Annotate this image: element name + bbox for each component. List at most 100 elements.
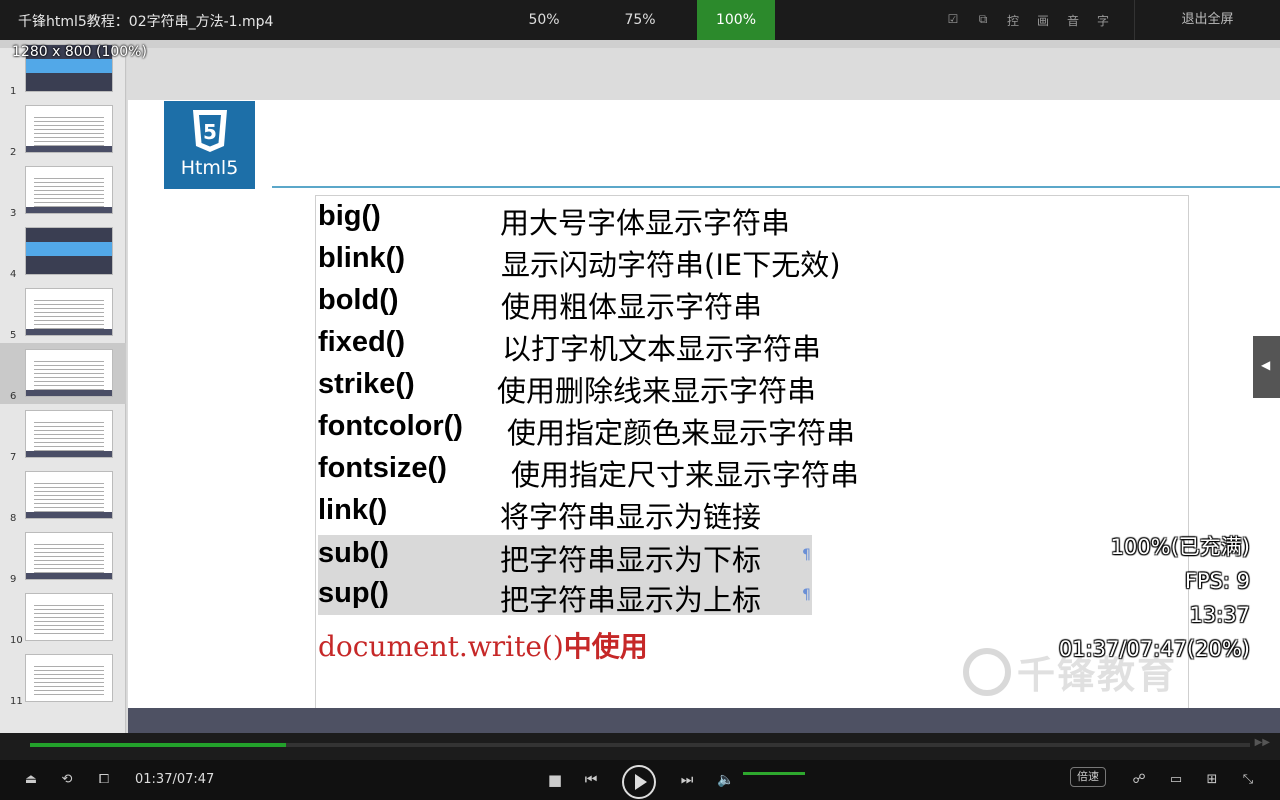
- thumbnail-image: [25, 410, 113, 458]
- thumbnail-image: [25, 227, 113, 275]
- speed-button[interactable]: 倍速: [1070, 767, 1106, 787]
- method-description: 用大号字体显示字符串: [500, 206, 791, 240]
- screen-icon[interactable]: ⧠: [93, 760, 115, 800]
- buffer-status: 100%(已充满): [1110, 535, 1250, 559]
- method-description: 以打字机文本显示字符串: [502, 332, 822, 366]
- next-icon[interactable]: ⏭: [676, 760, 698, 800]
- loop-icon[interactable]: ⟲: [56, 760, 78, 800]
- method-name: blink(): [318, 242, 405, 274]
- method-description: 使用删除线来显示字符串: [497, 374, 817, 408]
- thumbnail-number: 1: [10, 86, 17, 97]
- clock-readout: 13:37: [1189, 603, 1250, 627]
- play-icon: [635, 774, 647, 790]
- slide-thumbnail-panel: 1 2 3 4 5 6 7 8 9 10 11: [0, 44, 126, 733]
- slide-thumbnail[interactable]: 3: [0, 160, 126, 221]
- html5-logo-label: Html5: [180, 157, 239, 179]
- method-name: link(): [318, 494, 388, 526]
- stop-icon[interactable]: ■: [544, 760, 566, 800]
- previous-icon[interactable]: ⏮: [580, 760, 602, 800]
- volume-slider[interactable]: [743, 772, 805, 775]
- method-description: 显示闪动字符串(IE下无效): [501, 248, 841, 282]
- side-panel-toggle[interactable]: ◀: [1253, 336, 1280, 398]
- volume-icon[interactable]: 🔈: [714, 760, 738, 800]
- method-row-highlighted: sub() 把字符串显示为下标 ¶: [318, 535, 812, 577]
- method-name: fontcolor(): [318, 410, 463, 442]
- video-frame: 1280 x 800 (100%) 1 2 3 4 5 6 7 8 9 10 1…: [0, 40, 1280, 733]
- slide-thumbnail[interactable]: 11: [0, 648, 126, 709]
- usage-note: document.write()中使用: [318, 625, 648, 665]
- thumbnail-number: 4: [10, 269, 17, 280]
- play-button[interactable]: [622, 765, 656, 799]
- thumbnail-number: 3: [10, 208, 17, 219]
- shrink-icon[interactable]: ⤡: [1237, 760, 1259, 800]
- slide-thumbnail[interactable]: 8: [0, 465, 126, 526]
- method-description: 把字符串显示为下标: [500, 543, 762, 577]
- method-row: bold() 使用粗体显示字符串: [318, 282, 818, 324]
- method-name: fontsize(): [318, 452, 447, 484]
- thumbnail-image: [25, 532, 113, 580]
- thumbnail-image: [25, 349, 113, 397]
- thumbnail-number: 9: [10, 574, 17, 585]
- zoom-100-button[interactable]: 100%: [697, 0, 775, 40]
- thumbnail-image: [25, 593, 113, 641]
- link-icon[interactable]: ☍: [1128, 760, 1150, 800]
- window-icon[interactable]: ⧉: [975, 12, 991, 29]
- playback-stats: 100%(已充满) FPS: 9 13:37 01:37/07:47(20%): [1059, 530, 1250, 666]
- method-description: 把字符串显示为上标: [500, 583, 762, 617]
- method-description: 使用指定颜色来显示字符串: [507, 416, 856, 450]
- thumbnail-image: [25, 166, 113, 214]
- method-row: big() 用大号字体显示字符串: [318, 198, 818, 240]
- thumbnail-image: [25, 105, 113, 153]
- method-name: sub(): [318, 537, 389, 569]
- toolbar-icons: ☑ ⧉ 控 画 音 字: [945, 12, 1111, 29]
- method-name: big(): [318, 200, 381, 232]
- toolbox-icon[interactable]: ⊞: [1201, 760, 1223, 800]
- method-description: 使用粗体显示字符串: [501, 290, 763, 324]
- slide-thumbnail[interactable]: 7: [0, 404, 126, 465]
- method-name: fixed(): [318, 326, 405, 358]
- picture-icon[interactable]: 画: [1035, 12, 1051, 29]
- player-controls: ⏏ ⟲ ⧠ 01:37/07:47 ■ ⏮ ⏭ 🔈 倍速 ☍ ▭ ⊞ ⤡: [0, 760, 1280, 800]
- exit-fullscreen-button[interactable]: 退出全屏: [1134, 0, 1280, 40]
- method-name: sup(): [318, 577, 389, 609]
- fast-forward-icon[interactable]: ▶▶: [1255, 737, 1270, 748]
- time-display: 01:37/07:47: [135, 772, 215, 787]
- fps-readout: FPS: 9: [1184, 569, 1250, 593]
- thumbnail-number: 10: [10, 635, 23, 646]
- zoom-50-button[interactable]: 50%: [505, 0, 583, 40]
- usage-text: 中使用: [563, 630, 648, 663]
- slide-thumbnail[interactable]: 4: [0, 221, 126, 282]
- method-description: 使用指定尺寸来显示字符串: [511, 458, 860, 492]
- html5-shield-icon: 5: [193, 110, 227, 152]
- method-row: strike() 使用删除线来显示字符串: [318, 366, 818, 408]
- slide-thumbnail[interactable]: 10: [0, 587, 126, 648]
- title-bar: 千锋html5教程：02字符串_方法-1.mp4 50% 75% 100% ☑ …: [0, 0, 1280, 40]
- method-name: bold(): [318, 284, 399, 316]
- slide-thumbnail-selected[interactable]: 6: [0, 343, 126, 404]
- eject-icon[interactable]: ⏏: [20, 760, 42, 800]
- control-icon[interactable]: 控: [1005, 12, 1021, 29]
- thumbnail-number: 2: [10, 147, 17, 158]
- thumbnail-number: 7: [10, 452, 17, 463]
- ppt-ribbon: [0, 40, 1280, 48]
- monitor-icon[interactable]: ▭: [1165, 760, 1187, 800]
- thumbnail-number: 8: [10, 513, 17, 524]
- zoom-75-button[interactable]: 75%: [601, 0, 679, 40]
- slide-thumbnail[interactable]: 9: [0, 526, 126, 587]
- paragraph-mark-icon: ¶: [802, 587, 811, 603]
- snapshot-icon[interactable]: ☑: [945, 12, 961, 29]
- audio-icon[interactable]: 音: [1065, 12, 1081, 29]
- thumbnail-number: 6: [10, 391, 17, 402]
- html5-logo: 5 Html5: [164, 101, 255, 189]
- method-row: fontcolor() 使用指定颜色来显示字符串: [318, 408, 855, 450]
- progress-bar-area: ▶▶: [0, 733, 1280, 760]
- slide-thumbnail[interactable]: 2: [0, 99, 126, 160]
- subtitle-icon[interactable]: 字: [1095, 12, 1111, 29]
- resolution-readout: 1280 x 800 (100%): [12, 44, 147, 60]
- thumbnail-number: 11: [10, 696, 23, 707]
- thumbnail-image: [25, 654, 113, 702]
- seek-bar[interactable]: [30, 743, 1250, 747]
- method-description: 将字符串显示为链接: [500, 500, 762, 534]
- slide-thumbnail[interactable]: 5: [0, 282, 126, 343]
- video-title: 千锋html5教程：02字符串_方法-1.mp4: [18, 14, 274, 30]
